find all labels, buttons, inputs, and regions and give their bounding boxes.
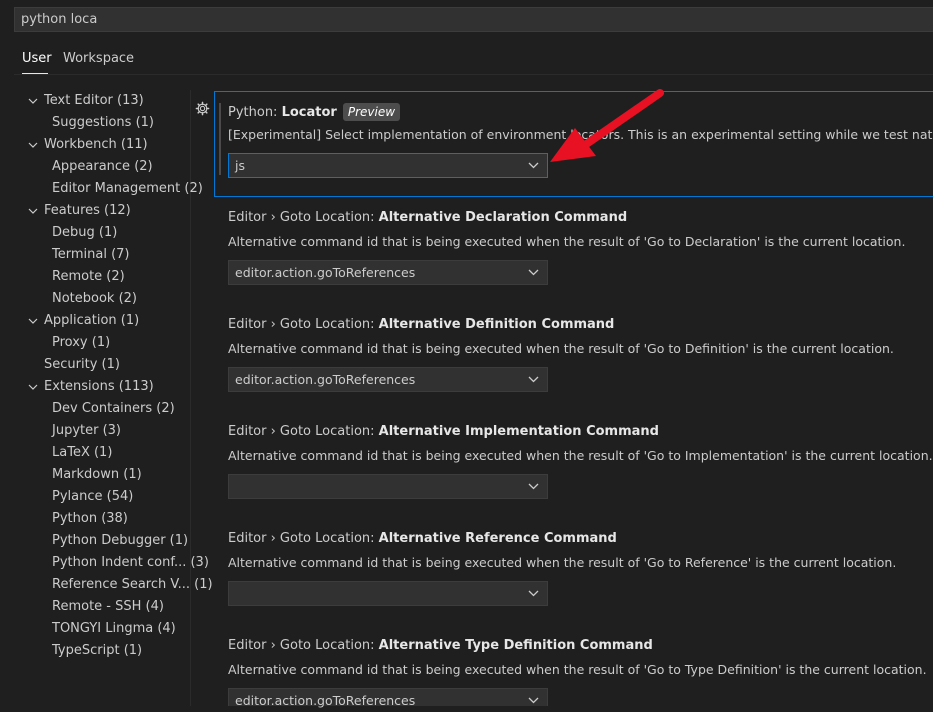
setting-title: Editor › Goto Location: Alternative Decl… bbox=[228, 210, 627, 225]
locator-select[interactable]: js bbox=[228, 153, 548, 178]
gear-icon[interactable] bbox=[195, 101, 210, 116]
setting-title: Editor › Goto Location: Alternative Impl… bbox=[228, 424, 659, 439]
toc-item-features[interactable]: Features (12) bbox=[28, 200, 131, 222]
chevron-down-icon bbox=[528, 162, 539, 169]
toc-item-tongyi-lingma[interactable]: TONGYI Lingma (4) bbox=[52, 618, 176, 640]
toc-item-latex[interactable]: LaTeX (1) bbox=[52, 442, 112, 464]
toc-item-label: Application (1) bbox=[44, 313, 140, 328]
toc-item-reference-search[interactable]: Reference Search V... (1) bbox=[52, 574, 213, 596]
toc-item-text-editor[interactable]: Text Editor (13) bbox=[28, 90, 144, 112]
setting-title: Editor › Goto Location: Alternative Type… bbox=[228, 638, 653, 653]
alt-type-definition-select[interactable]: editor.action.goToReferences bbox=[228, 688, 548, 708]
setting-focus-indicator bbox=[219, 103, 221, 175]
toc-item-label: Features (12) bbox=[44, 203, 131, 218]
chevron-down-icon bbox=[28, 142, 38, 148]
tab-workspace[interactable]: Workspace bbox=[63, 44, 134, 74]
chevron-down-icon bbox=[528, 590, 539, 597]
select-value: editor.action.goToReferences bbox=[235, 265, 416, 280]
setting-title: Python: Locator Preview bbox=[228, 103, 401, 121]
setting-description: Alternative command id that is being exe… bbox=[228, 662, 927, 677]
setting-description: Alternative command id that is being exe… bbox=[228, 555, 897, 570]
toc-item-editor-management[interactable]: Editor Management (2) bbox=[52, 178, 203, 200]
alt-implementation-select[interactable] bbox=[228, 474, 548, 499]
setting-category: Editor › Goto Location: bbox=[228, 638, 379, 653]
toc-item-typescript[interactable]: TypeScript (1) bbox=[52, 640, 142, 662]
chevron-down-icon bbox=[528, 269, 539, 276]
toc-item-proxy[interactable]: Proxy (1) bbox=[52, 332, 110, 354]
chevron-down-icon bbox=[528, 483, 539, 490]
setting-name: Alternative Definition Command bbox=[378, 317, 615, 332]
select-value: js bbox=[235, 158, 245, 173]
select-value: editor.action.goToReferences bbox=[235, 372, 416, 387]
toc-item-dev-containers[interactable]: Dev Containers (2) bbox=[52, 398, 175, 420]
chevron-down-icon bbox=[528, 376, 539, 383]
chevron-down-icon bbox=[28, 98, 38, 104]
chevron-down-icon bbox=[28, 318, 38, 324]
chevron-down-icon bbox=[28, 384, 38, 390]
toc-item-security[interactable]: Security (1) bbox=[44, 354, 120, 376]
setting-description: [Experimental] Select implementation of … bbox=[228, 127, 933, 142]
alt-declaration-select[interactable]: editor.action.goToReferences bbox=[228, 260, 548, 285]
toc-item-terminal[interactable]: Terminal (7) bbox=[52, 244, 130, 266]
toc-item-jupyter[interactable]: Jupyter (3) bbox=[52, 420, 121, 442]
setting-description: Alternative command id that is being exe… bbox=[228, 234, 906, 249]
setting-category: Editor › Goto Location: bbox=[228, 210, 379, 225]
toc-item-python-indent[interactable]: Python Indent conf... (3) bbox=[52, 552, 209, 574]
toc-item-remote[interactable]: Remote (2) bbox=[52, 266, 125, 288]
toc-item-debug[interactable]: Debug (1) bbox=[52, 222, 117, 244]
setting-name: Alternative Implementation Command bbox=[378, 424, 659, 439]
setting-name: Locator bbox=[281, 105, 337, 120]
toc-item-appearance[interactable]: Appearance (2) bbox=[52, 156, 153, 178]
tabs-divider bbox=[14, 74, 933, 75]
toc-item-label: Text Editor (13) bbox=[44, 93, 144, 108]
setting-name: Alternative Reference Command bbox=[378, 531, 617, 546]
setting-title: Editor › Goto Location: Alternative Refe… bbox=[228, 531, 617, 546]
toc-item-suggestions[interactable]: Suggestions (1) bbox=[52, 112, 154, 134]
preview-badge: Preview bbox=[342, 103, 401, 121]
settings-search-input[interactable]: python loca bbox=[14, 7, 933, 32]
toc-item-python-debugger[interactable]: Python Debugger (1) bbox=[52, 530, 188, 552]
setting-category: Editor › Goto Location: bbox=[228, 424, 379, 439]
toc-item-remote-ssh[interactable]: Remote - SSH (4) bbox=[52, 596, 164, 618]
toc-item-label: Extensions (113) bbox=[44, 379, 154, 394]
setting-title: Editor › Goto Location: Alternative Defi… bbox=[228, 317, 614, 332]
setting-category: Editor › Goto Location: bbox=[228, 531, 379, 546]
chevron-down-icon bbox=[28, 208, 38, 214]
setting-description: Alternative command id that is being exe… bbox=[228, 448, 933, 463]
toc-item-workbench[interactable]: Workbench (11) bbox=[28, 134, 148, 156]
tab-user[interactable]: User bbox=[22, 44, 52, 74]
alt-reference-select[interactable] bbox=[228, 581, 548, 606]
toc-item-python[interactable]: Python (38) bbox=[52, 508, 128, 530]
setting-category: Editor › Goto Location: bbox=[228, 317, 379, 332]
toc-item-notebook[interactable]: Notebook (2) bbox=[52, 288, 137, 310]
setting-name: Alternative Declaration Command bbox=[378, 210, 628, 225]
toc-item-label: Workbench (11) bbox=[44, 137, 148, 152]
setting-category: Python: bbox=[228, 105, 282, 120]
toc-item-pylance[interactable]: Pylance (54) bbox=[52, 486, 133, 508]
toc-item-extensions[interactable]: Extensions (113) bbox=[28, 376, 154, 398]
setting-name: Alternative Type Definition Command bbox=[378, 638, 653, 653]
toc-item-application[interactable]: Application (1) bbox=[28, 310, 140, 332]
chevron-down-icon bbox=[528, 697, 539, 704]
toc-item-markdown[interactable]: Markdown (1) bbox=[52, 464, 142, 486]
setting-description: Alternative command id that is being exe… bbox=[228, 341, 894, 356]
alt-definition-select[interactable]: editor.action.goToReferences bbox=[228, 367, 548, 392]
